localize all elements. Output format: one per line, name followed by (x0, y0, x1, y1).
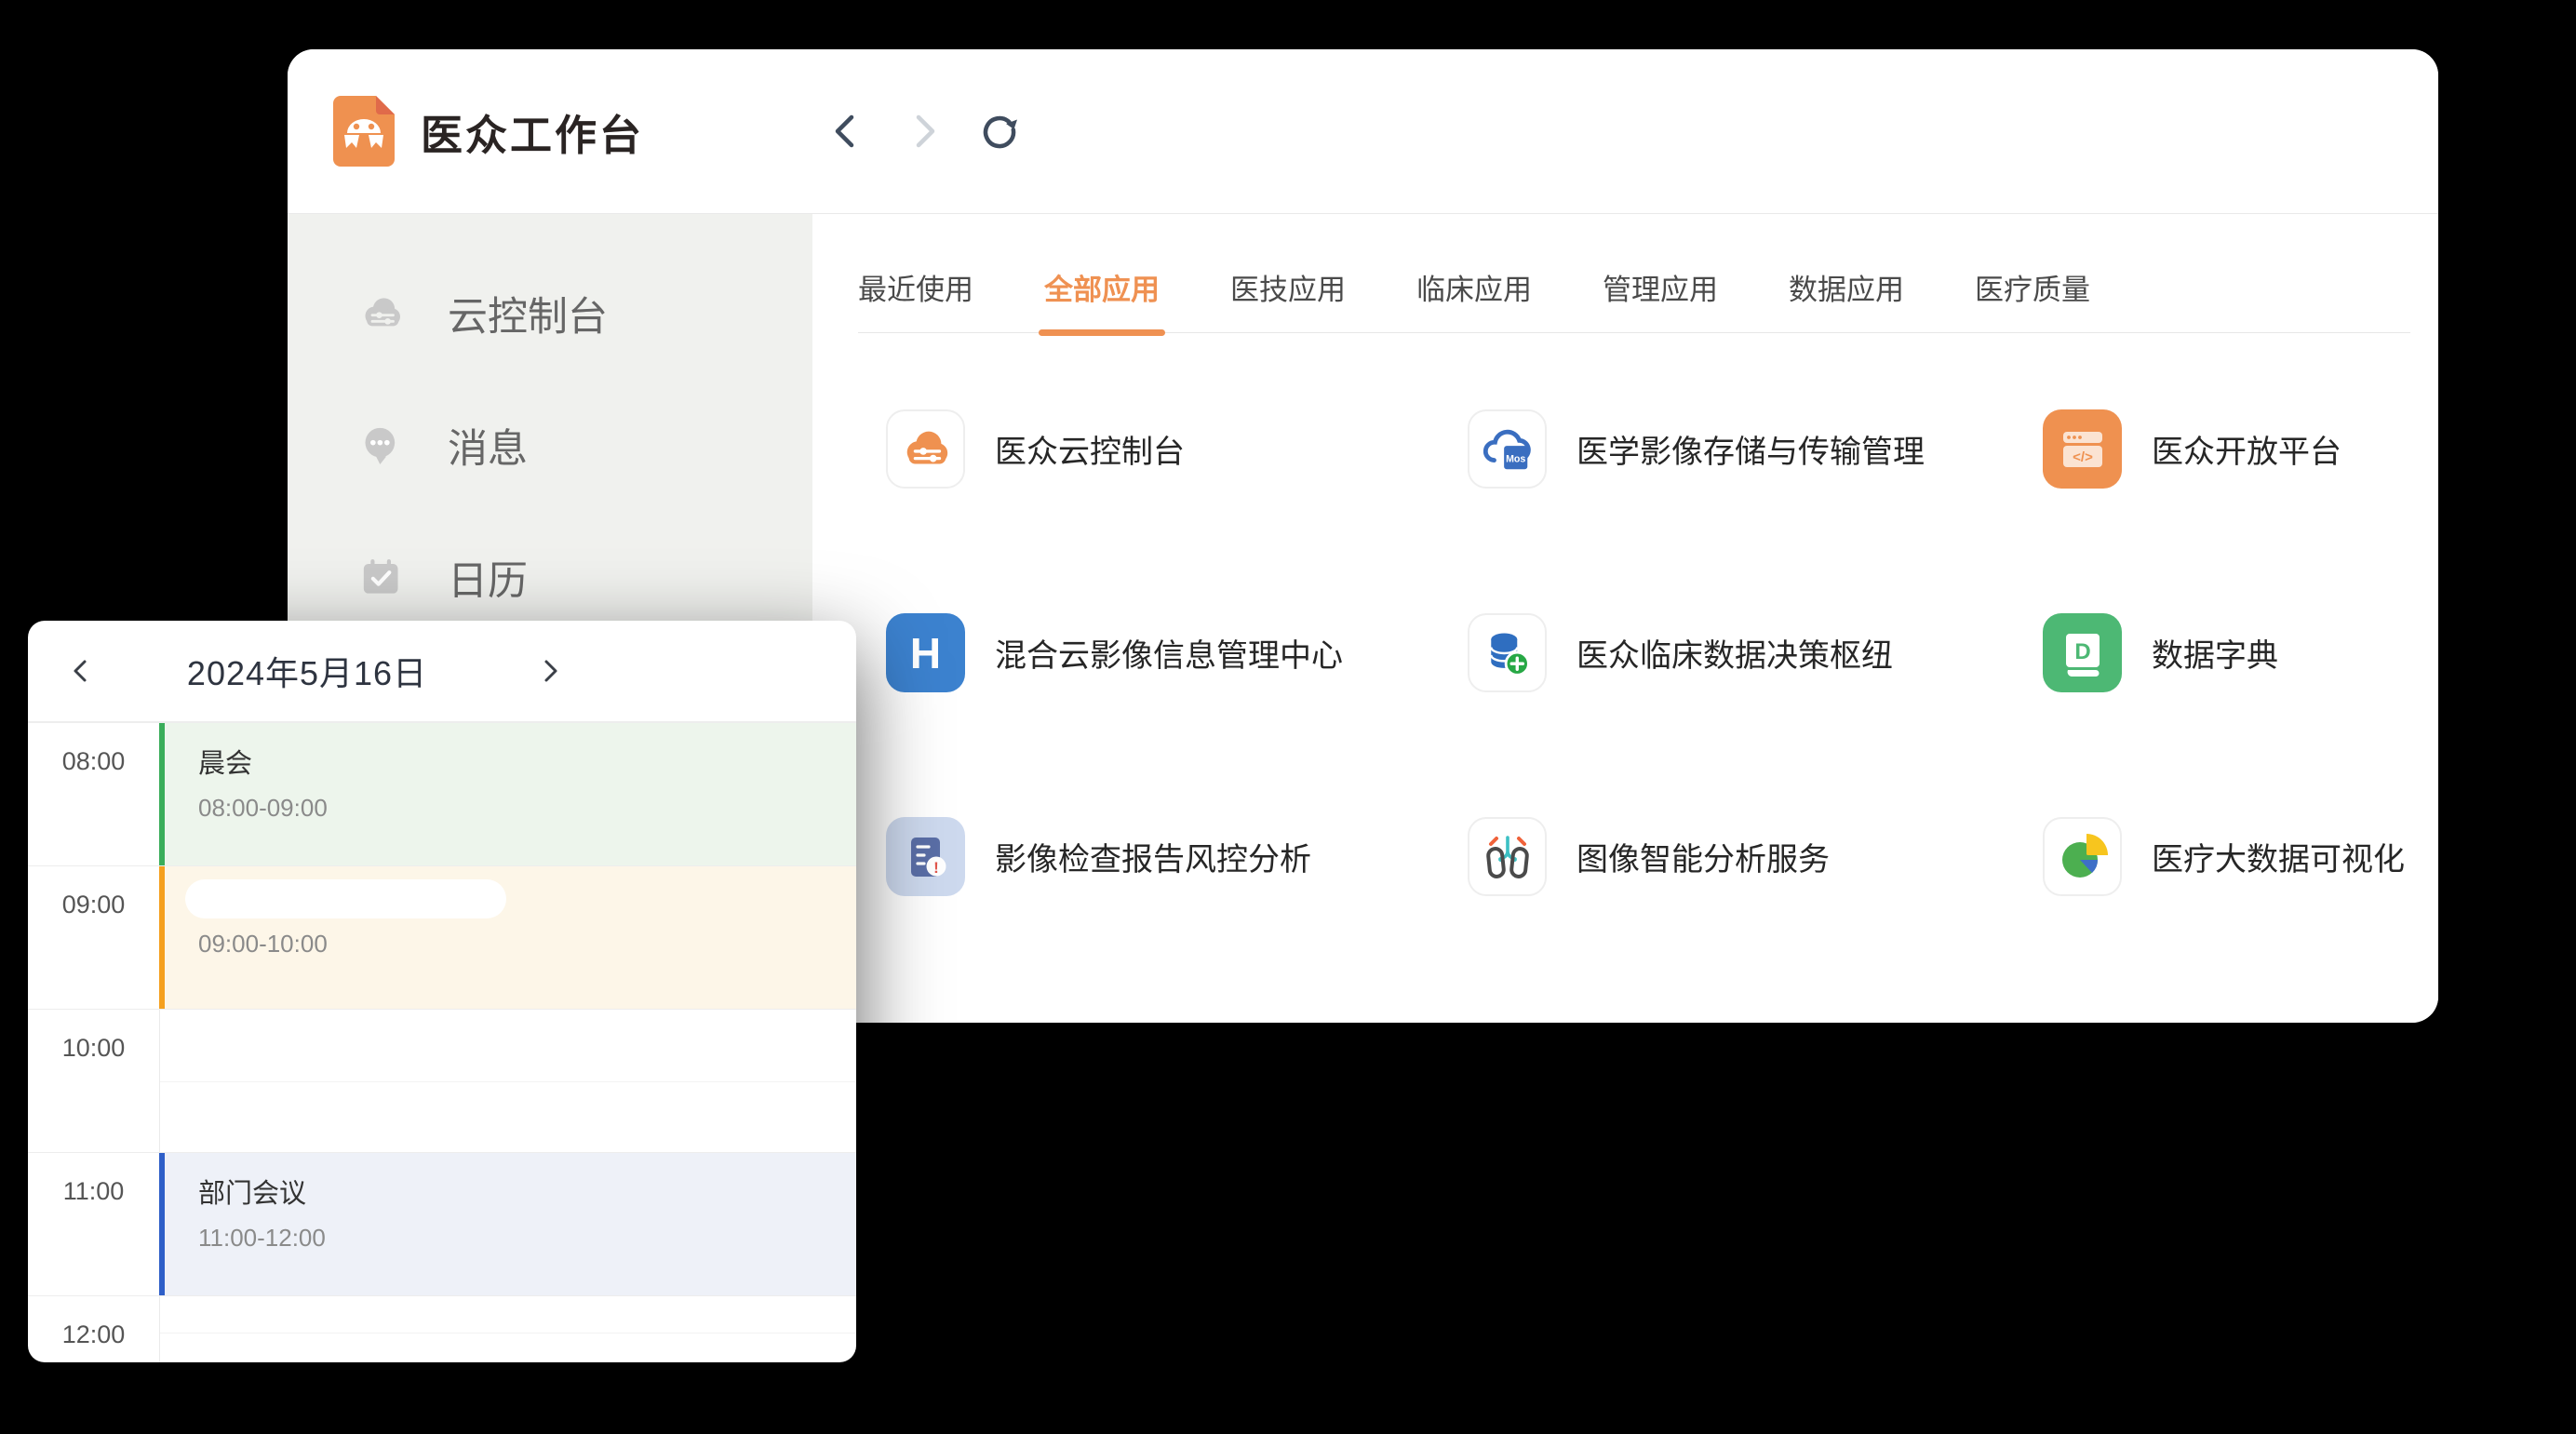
event-title: 部门会议 (198, 1172, 856, 1211)
calendar-row-0900: 09:00 09:00-10:00 (28, 865, 856, 1009)
calendar-date-title: 2024年5月16日 (28, 621, 586, 721)
message-icon (358, 422, 405, 469)
event-redacted[interactable]: 09:00-10:00 (159, 866, 856, 1009)
calendar-body: 08:00 晨会 08:00-09:00 09:00 09:00-10:00 1… (28, 722, 856, 1362)
app-image-ai-service[interactable]: 图像智能分析服务 (1468, 817, 2043, 896)
event-department-meeting[interactable]: 部门会议 11:00-12:00 (159, 1153, 856, 1295)
event-time: 09:00-10:00 (198, 930, 856, 958)
app-data-dictionary[interactable]: D 数据字典 (2043, 613, 2438, 692)
app-open-platform[interactable]: </> 医众开放平台 (2043, 409, 2438, 489)
sidebar-item-messages[interactable]: 消息 (288, 380, 812, 512)
app-label: 混合云影像信息管理中心 (995, 630, 1343, 676)
app-label: 医疗大数据可视化 (2152, 834, 2405, 879)
app-bigdata-visualization[interactable]: 医疗大数据可视化 (2043, 817, 2438, 896)
tab-recent[interactable]: 最近使用 (858, 266, 973, 332)
calendar-row-1200: 12:00 (28, 1295, 856, 1362)
svg-text:!: ! (933, 859, 939, 877)
time-label: 08:00 (28, 747, 159, 776)
app-label: 医众云控制台 (995, 426, 1185, 472)
hybrid-h-icon: H (886, 613, 965, 692)
tab-all-apps[interactable]: 全部应用 (1044, 266, 1160, 332)
mos-badge-text: Mos (1506, 453, 1525, 464)
svg-text:D: D (2074, 639, 2090, 664)
event-morning-meeting[interactable]: 晨会 08:00-09:00 (159, 723, 856, 865)
app-logo-icon (333, 96, 395, 167)
tab-medtech[interactable]: 医技应用 (1230, 266, 1346, 332)
app-label: 医学影像存储与传输管理 (1576, 426, 1925, 472)
app-report-risk-analysis[interactable]: ! 影像检查报告风控分析 (886, 817, 1468, 896)
tab-data[interactable]: 数据应用 (1789, 266, 1904, 332)
pie-chart-icon (2043, 817, 2122, 896)
time-label: 11:00 (28, 1177, 159, 1206)
app-hybrid-cloud-imaging[interactable]: H 混合云影像信息管理中心 (886, 613, 1468, 692)
event-time: 08:00-09:00 (198, 794, 856, 823)
nav-controls (825, 49, 1021, 213)
app-clinical-data-hub[interactable]: 医众临床数据决策枢纽 (1468, 613, 2043, 692)
dictionary-book-icon: D (2043, 613, 2122, 692)
calendar-row-0800: 08:00 晨会 08:00-09:00 (28, 722, 856, 865)
cloud-console-icon (358, 290, 405, 337)
time-label: 12:00 (28, 1320, 159, 1349)
app-grid: 医众云控制台 Mos 医学影像存储与传输管理 (886, 409, 2438, 1021)
event-time: 11:00-12:00 (198, 1224, 856, 1253)
time-label: 09:00 (28, 891, 159, 919)
forward-button[interactable] (902, 110, 945, 153)
calendar-header: 2024年5月16日 (28, 621, 856, 722)
redacted-event-title (185, 879, 506, 918)
calendar-row-1100: 11:00 部门会议 11:00-12:00 (28, 1152, 856, 1295)
app-label: 影像检查报告风控分析 (995, 834, 1311, 879)
svg-text:</>: </> (2073, 449, 2093, 465)
window-header: 医众工作台 (288, 49, 2438, 214)
calendar-panel: 2024年5月16日 08:00 晨会 08:00-09:00 09:00 09… (28, 621, 856, 1362)
cloud-mos-icon: Mos (1468, 409, 1547, 489)
page-title: 医众工作台 (421, 101, 644, 162)
sidebar-item-label: 云控制台 (448, 285, 608, 342)
sidebar-item-label: 消息 (448, 417, 528, 475)
app-cloud-console[interactable]: 医众云控制台 (886, 409, 1468, 489)
sidebar-item-label: 日历 (448, 549, 528, 607)
app-tabs: 最近使用 全部应用 医技应用 临床应用 管理应用 数据应用 医疗质量 (858, 214, 2410, 333)
tab-clinical[interactable]: 临床应用 (1416, 266, 1532, 332)
tab-management[interactable]: 管理应用 (1603, 266, 1718, 332)
time-label: 10:00 (28, 1034, 159, 1063)
refresh-button[interactable] (978, 110, 1021, 153)
app-label: 医众临床数据决策枢纽 (1576, 630, 1893, 676)
tab-quality[interactable]: 医疗质量 (1975, 266, 2090, 332)
calendar-icon (358, 555, 405, 601)
app-label: 图像智能分析服务 (1576, 834, 1830, 879)
report-risk-icon: ! (886, 817, 965, 896)
back-button[interactable] (825, 110, 868, 153)
app-label: 数据字典 (2152, 630, 2278, 676)
sidebar-item-cloud-console[interactable]: 云控制台 (288, 248, 812, 380)
main-content: 最近使用 全部应用 医技应用 临床应用 管理应用 数据应用 医疗质量 医众云控制… (812, 214, 2438, 1023)
cloud-sliders-icon (886, 409, 965, 489)
calendar-row-1000: 10:00 (28, 1009, 856, 1152)
open-platform-code-icon: </> (2043, 409, 2122, 489)
app-label: 医众开放平台 (2152, 426, 2341, 472)
app-pacs-storage[interactable]: Mos 医学影像存储与传输管理 (1468, 409, 2043, 489)
database-plus-icon (1468, 613, 1547, 692)
event-title: 晨会 (198, 742, 856, 781)
lungs-ai-icon (1468, 817, 1547, 896)
calendar-next-button[interactable] (529, 621, 571, 721)
